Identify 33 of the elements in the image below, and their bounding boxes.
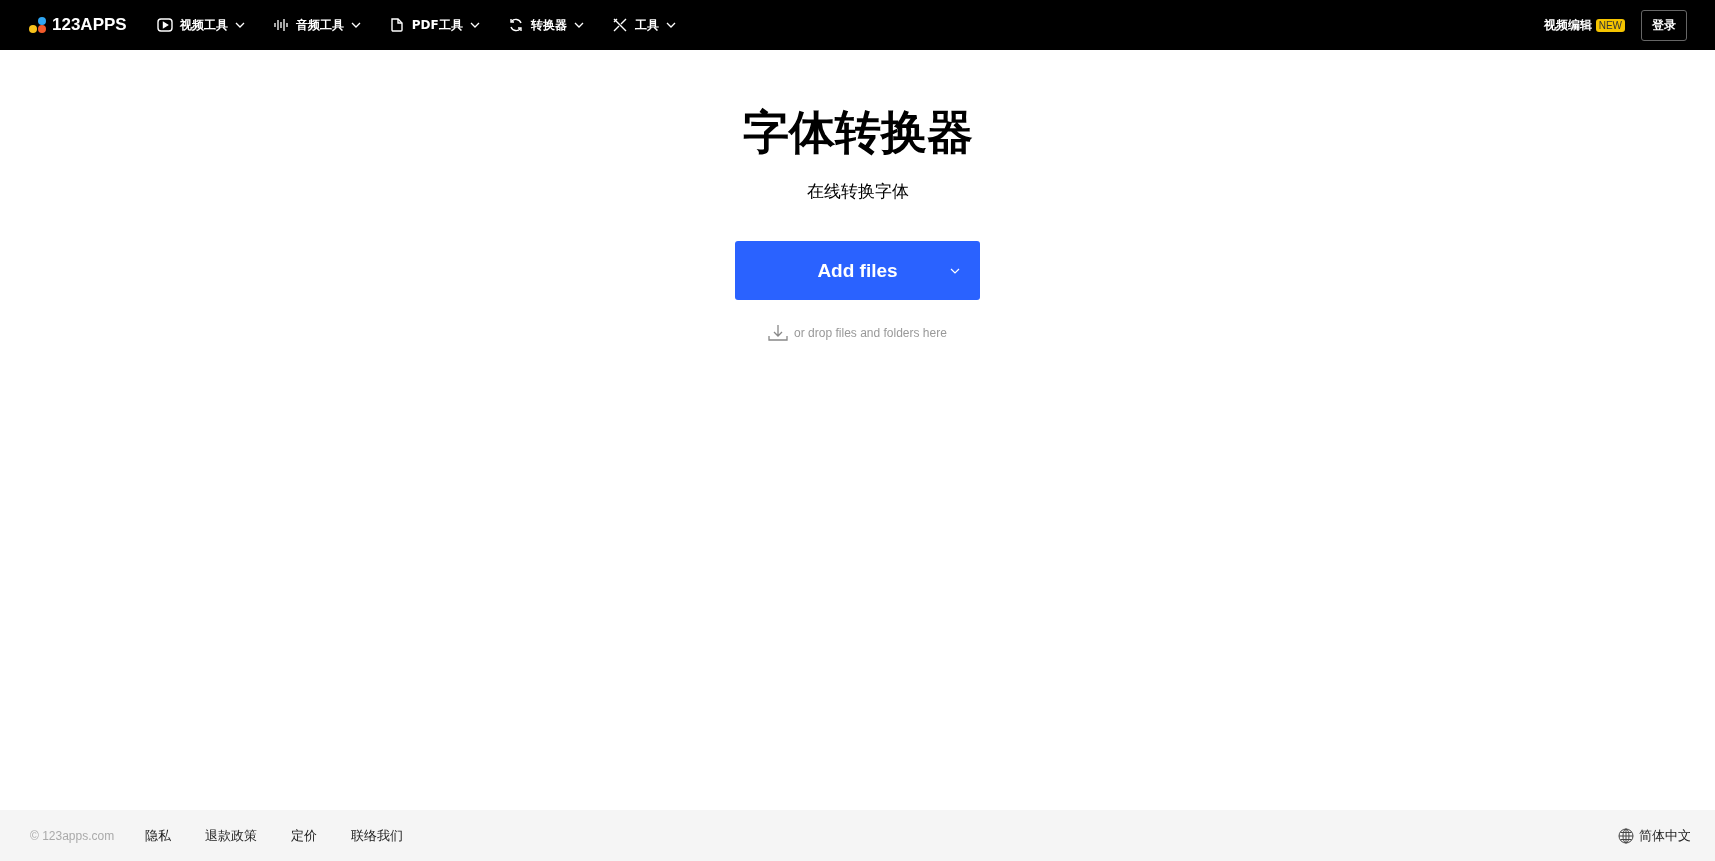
page-title: 字体转换器	[742, 104, 973, 161]
footer-link[interactable]: 退款政策	[205, 826, 258, 845]
login-button[interactable]: 登录	[1641, 9, 1687, 41]
logo-link[interactable]: 123APPS	[52, 15, 127, 35]
chevron-down-icon	[665, 20, 676, 30]
nav-menu-item[interactable]: 音频工具	[272, 16, 361, 34]
play-icon	[156, 17, 173, 33]
chevron-down-icon	[469, 20, 480, 30]
footer-link[interactable]: 定价	[291, 826, 318, 845]
caret-icon[interactable]	[950, 266, 960, 276]
tools-icon	[611, 17, 628, 33]
chevron-down-icon	[350, 20, 361, 30]
drop-hint: or drop files and folders here	[794, 326, 947, 340]
globe-icon	[1618, 827, 1634, 844]
sound-wave-icon	[272, 17, 289, 33]
nav-menu-item[interactable]: 转换器	[507, 16, 584, 34]
footer-link[interactable]: 联络我们	[351, 826, 404, 845]
nav-menu-item[interactable]: 工具	[611, 16, 676, 34]
page-subtitle: 在线转换字体	[806, 180, 909, 203]
language-selector[interactable]: 简体中文	[1639, 826, 1691, 845]
download-icon	[768, 324, 789, 342]
chevron-down-icon	[573, 20, 584, 30]
copyright-text: © 123apps.com	[30, 828, 115, 843]
document-icon	[388, 17, 405, 33]
logo-dots-icon	[28, 16, 48, 34]
nav-menu-item[interactable]: PDF工具	[388, 16, 480, 34]
footer-link[interactable]: 隐私	[145, 826, 172, 845]
add-files-button[interactable]: Add files	[735, 241, 980, 300]
refresh-arrows-icon	[507, 17, 524, 33]
new-badge: NEW	[1595, 18, 1625, 32]
video-editor-link[interactable]: 视频编辑	[1543, 16, 1592, 34]
nav-menu-item[interactable]: 视频工具	[156, 16, 245, 34]
chevron-down-icon	[234, 20, 245, 30]
